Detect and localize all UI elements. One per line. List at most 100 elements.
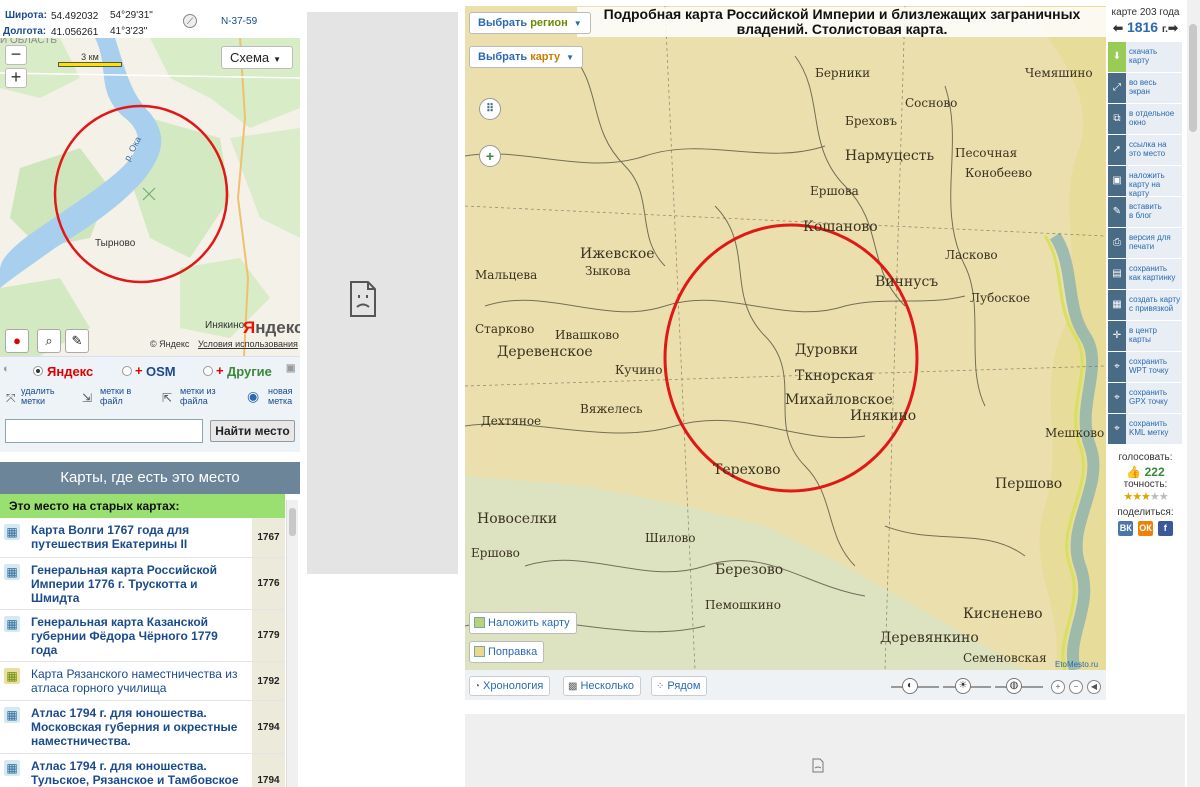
overlay-map-button[interactable]: Наложить карту	[469, 612, 577, 634]
grid-icon[interactable]: ⠿	[479, 98, 501, 120]
list-item[interactable]: ▦ Карта Волги 1767 года для путешествия …	[0, 518, 285, 558]
print-tool[interactable]: ⎙ версия для печати	[1108, 228, 1182, 259]
thumbs-up-icon[interactable]: 👍	[1126, 465, 1141, 479]
provider-osm-label[interactable]: OSM	[146, 364, 176, 379]
place-label: Дуровки	[795, 342, 858, 358]
search-input[interactable]	[5, 419, 203, 443]
zoom-in-button[interactable]: +	[479, 145, 501, 167]
chevron-down-icon: ▼	[273, 55, 282, 64]
list-item[interactable]: ▦ Генеральная карта Российской Империи 1…	[0, 558, 285, 610]
kml-icon: ⌖	[1108, 414, 1126, 444]
delete-marks-link[interactable]: удалить метки	[21, 386, 55, 406]
vk-share-icon[interactable]: ВК	[1118, 521, 1134, 536]
map-year: 1794	[252, 701, 285, 753]
save-gpx-tool[interactable]: ⌖ сохранить GPX точку	[1108, 383, 1182, 414]
latitude-value: 54.492032	[51, 11, 99, 22]
map-tools: ⬇ скачать карту ⤢ во весь экран ⧉ в отдельное…	[1108, 42, 1182, 445]
center-tool[interactable]: ✛ в центр карты	[1108, 321, 1182, 352]
back-icon[interactable]: ◀	[1087, 680, 1101, 694]
zoom-out-button[interactable]: −	[5, 45, 27, 65]
correction-button[interactable]: Поправка	[469, 641, 545, 663]
georef-tool[interactable]: ▦ создать карту с привязкой	[1108, 290, 1182, 321]
download-map-tool[interactable]: ⬇ скачать карту	[1108, 42, 1182, 73]
save-wpt-tool[interactable]: ⌖ сохранить WPT точку	[1108, 352, 1182, 383]
new-window-tool[interactable]: ⧉ в отдельное окно	[1108, 104, 1182, 135]
map-year: 1767	[252, 518, 285, 557]
list-item[interactable]: ▦ Атлас 1794 г. для юношества. Московска…	[0, 701, 285, 754]
chronology-button[interactable]: ◔ Хронология	[469, 676, 551, 696]
new-mark-link[interactable]: новая метка	[268, 386, 293, 406]
facebook-share-icon[interactable]: f	[1157, 521, 1173, 536]
map-title[interactable]: Генеральная карта Российской Империи 177…	[31, 563, 246, 605]
page-scrollbar[interactable]	[1187, 0, 1200, 787]
link-tool[interactable]: ➚ ссылка на это место	[1108, 135, 1182, 166]
provider-yandex-label[interactable]: Яндекс	[47, 364, 93, 379]
map-provider-selector: ◐ Яндекс + OSM + Другие ▣	[0, 356, 300, 384]
place-label: Лубоское	[970, 291, 1031, 305]
map-title[interactable]: Атлас 1794 г. для юношества. Московская …	[31, 706, 246, 748]
list-item[interactable]: ▦ Атлас 1794 г. для юношества. Тульское,…	[0, 754, 285, 787]
ok-share-icon[interactable]: ОК	[1138, 521, 1153, 536]
several-maps-button[interactable]: ▩ Несколько	[563, 676, 642, 696]
ad-placeholder	[307, 12, 458, 574]
select-map-dropdown[interactable]: Выбрать карту ▼	[469, 46, 584, 68]
map-title[interactable]: Карта Рязанского наместничества из атлас…	[31, 667, 246, 695]
placemark-tool-icon[interactable]: ●	[5, 329, 29, 353]
delete-marks-icon[interactable]: ⤧	[6, 391, 16, 406]
old-map-viewer[interactable]: Ижевское Зыкова Деревенское Кучино Дуров…	[465, 6, 1106, 670]
map-icon: ▦	[4, 668, 20, 684]
expand-icon[interactable]: ▣	[286, 363, 295, 374]
magnifier-tool-icon[interactable]: ⌕	[37, 329, 61, 353]
list-item[interactable]: ▦ Генеральная карта Казанской губернии Ф…	[0, 610, 285, 662]
map-icon: ▦	[4, 616, 20, 632]
ruler-tool-icon[interactable]: ✎	[65, 329, 89, 353]
marks-from-file-link[interactable]: метки из файла	[180, 386, 216, 406]
contrast-icon[interactable]: ◐	[902, 678, 918, 694]
select-region-dropdown[interactable]: Выбрать регион ▼	[469, 12, 591, 34]
side-by-side-button[interactable]: ⁘ Рядом	[651, 676, 708, 696]
marks-from-file-icon[interactable]: ⇱	[162, 391, 172, 405]
yandex-logo: Яндекс	[243, 318, 300, 337]
embed-blog-tool[interactable]: ✎ вставить в блог	[1108, 197, 1182, 228]
map-title[interactable]: Генеральная карта Казанской губернии Фёд…	[31, 615, 246, 657]
place-label: Старково	[475, 322, 535, 336]
map-title[interactable]: Атлас 1794 г. для юношества. Тульское, Р…	[31, 759, 246, 787]
overlay-tool[interactable]: ▣ наложить карту на карту	[1108, 166, 1182, 198]
zoom-minus-small-icon[interactable]: −	[1069, 680, 1083, 694]
new-mark-icon[interactable]: ◉	[247, 388, 259, 405]
saturation-icon[interactable]: ◍	[1006, 678, 1022, 694]
find-place-button[interactable]: Найти место	[210, 420, 295, 442]
terms-of-use-link[interactable]: Условия использования	[198, 339, 298, 349]
share-label: поделиться:	[1117, 507, 1174, 518]
place-label: Инякино	[850, 408, 917, 424]
provider-radio-osm[interactable]	[122, 366, 132, 376]
list-item[interactable]: ▦ Карта Рязанского наместничества из атл…	[0, 662, 285, 701]
bottom-ad-placeholder	[465, 714, 1185, 787]
compass-icon[interactable]: ⟋	[183, 14, 197, 28]
map-year: 1794	[252, 754, 285, 787]
save-image-tool[interactable]: ▤ сохранить как картинку	[1108, 259, 1182, 290]
save-kml-tool[interactable]: ⌖ сохранить KML метку	[1108, 414, 1182, 445]
yandex-minimap[interactable]: И ОБЛАСТЬ − + 3 км Схема ▼ р. Ока Тырново…	[0, 38, 300, 356]
map-title[interactable]: Карта Волги 1767 года для путешествия Ек…	[31, 523, 246, 551]
map-sheet-code[interactable]: N-37-59	[221, 16, 257, 27]
brightness-icon[interactable]: ☀	[955, 678, 971, 694]
collapse-icon[interactable]: ◐	[3, 363, 10, 375]
place-label: Песочная	[955, 146, 1018, 160]
place-label: Ижевское	[580, 246, 655, 262]
place-label: Ивашково	[555, 328, 620, 342]
map-type-dropdown[interactable]: Схема ▼	[221, 46, 293, 69]
marks-to-file-icon[interactable]: ⇲	[82, 391, 92, 405]
zoom-plus-small-icon[interactable]: +	[1051, 680, 1065, 694]
marks-to-file-link[interactable]: метки в файл	[100, 386, 131, 406]
provider-other-label[interactable]: Другие	[227, 364, 272, 379]
next-year-icon[interactable]: ➡	[1168, 21, 1178, 35]
provider-radio-yandex[interactable]	[33, 366, 43, 376]
fullscreen-tool[interactable]: ⤢ во весь экран	[1108, 73, 1182, 104]
zoom-in-button[interactable]: +	[5, 68, 27, 88]
prev-year-icon[interactable]: ⬅	[1113, 21, 1123, 35]
minimap-terrain	[0, 38, 300, 356]
provider-radio-other[interactable]	[203, 366, 213, 376]
list-scrollbar[interactable]	[286, 500, 298, 787]
accuracy-stars[interactable]: ★★★★★	[1106, 490, 1185, 503]
